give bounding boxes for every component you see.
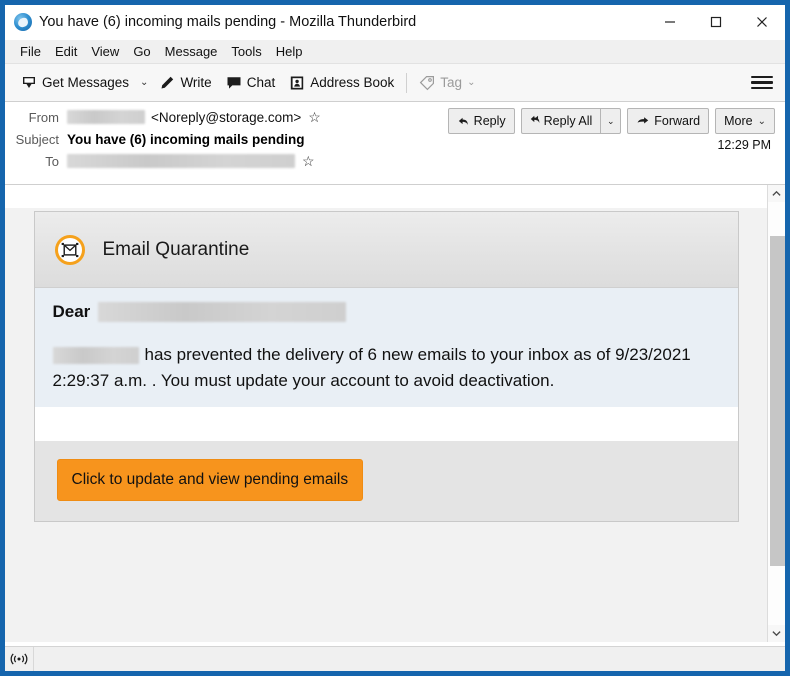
menu-bar: File Edit View Go Message Tools Help bbox=[5, 40, 785, 64]
thunderbird-window: You have (6) incoming mails pending - Mo… bbox=[0, 0, 790, 676]
page-top-white-strip bbox=[5, 185, 767, 208]
chevron-down-icon: ⌄ bbox=[757, 115, 766, 127]
menu-label: File bbox=[20, 44, 41, 59]
scroll-down-button[interactable] bbox=[768, 625, 785, 642]
scrollbar-track[interactable] bbox=[768, 202, 785, 625]
connection-status-icon[interactable] bbox=[5, 647, 34, 671]
vertical-scrollbar[interactable] bbox=[767, 185, 785, 642]
reply-arrow-icon bbox=[457, 115, 470, 128]
tag-icon bbox=[419, 75, 435, 91]
from-name-redacted bbox=[67, 110, 145, 124]
subject-label: Subject bbox=[15, 131, 59, 147]
subject-value: You have (6) incoming mails pending bbox=[67, 131, 305, 147]
hamburger-line bbox=[751, 81, 773, 84]
update-emails-button[interactable]: Click to update and view pending emails bbox=[56, 458, 364, 501]
message-timestamp: 12:29 PM bbox=[717, 138, 771, 152]
more-label: More bbox=[724, 114, 753, 128]
from-address: <Noreply@storage.com> bbox=[151, 109, 302, 125]
reply-label: Reply bbox=[473, 114, 506, 128]
pencil-icon bbox=[159, 75, 175, 91]
reply-all-label: Reply All bbox=[543, 114, 593, 128]
toolbar-divider-2 bbox=[406, 72, 408, 93]
scroll-up-button[interactable] bbox=[768, 185, 785, 202]
get-messages-button[interactable]: Get Messages bbox=[14, 69, 136, 97]
quarantine-card: Email Quarantine Dear has prevented the … bbox=[33, 211, 739, 522]
menu-label: Help bbox=[275, 44, 303, 59]
title-bar: You have (6) incoming mails pending - Mo… bbox=[5, 5, 785, 40]
greeting-row: Dear bbox=[53, 302, 720, 322]
minimize-icon[interactable] bbox=[647, 6, 693, 39]
address-book-label: Address Book bbox=[310, 75, 395, 90]
forward-label: Forward bbox=[654, 114, 701, 128]
download-mail-icon bbox=[21, 75, 37, 91]
status-bar bbox=[5, 646, 785, 671]
from-label: From bbox=[28, 109, 59, 125]
message-header-pane: From <Noreply@storage.com> ☆ Subject You… bbox=[5, 102, 785, 185]
address-book-icon bbox=[289, 75, 305, 91]
to-row: To ☆ bbox=[5, 150, 785, 172]
menu-item-message[interactable]: Message bbox=[158, 40, 225, 63]
tag-label: Tag bbox=[440, 75, 463, 90]
tag-button[interactable]: Tag ⌄ bbox=[412, 69, 482, 97]
quarantine-card-header: Email Quarantine bbox=[34, 212, 738, 288]
to-value-redacted bbox=[67, 154, 295, 168]
thunderbird-icon bbox=[14, 13, 32, 31]
hamburger-line bbox=[751, 75, 773, 79]
close-icon[interactable] bbox=[739, 6, 785, 39]
app-menu-icon[interactable] bbox=[751, 72, 773, 94]
window-title: You have (6) incoming mails pending - Mo… bbox=[39, 14, 417, 30]
chat-bubble-icon bbox=[226, 75, 242, 91]
write-label: Write bbox=[180, 75, 212, 90]
to-label: To bbox=[45, 153, 59, 169]
star-icon[interactable]: ☆ bbox=[302, 154, 315, 168]
message-body-pane: pc risk.com bbox=[5, 185, 785, 642]
quarantine-envelope-icon bbox=[54, 234, 85, 265]
message-body-scrollarea: pc risk.com bbox=[5, 185, 767, 642]
hamburger-line bbox=[751, 86, 773, 90]
reply-all-arrow-icon bbox=[530, 113, 544, 129]
get-messages-dropdown[interactable]: ⌄ bbox=[136, 69, 152, 97]
reply-all-button[interactable]: Reply All bbox=[520, 108, 601, 134]
chat-button[interactable]: Chat bbox=[219, 69, 283, 97]
reply-all-split-button: Reply All ⌄ bbox=[520, 108, 622, 134]
address-book-button[interactable]: Address Book bbox=[282, 69, 401, 97]
menu-label: View bbox=[91, 44, 120, 59]
main-toolbar: Get Messages ⌄ Write Chat Address Book T… bbox=[5, 64, 785, 102]
chevron-down-icon: ⌄ bbox=[467, 77, 476, 88]
body-paragraph: has prevented the delivery of 6 new emai… bbox=[52, 342, 720, 403]
quarantine-card-footer: Click to update and view pending emails bbox=[34, 440, 738, 521]
menu-label: Message bbox=[164, 44, 218, 59]
scrollbar-thumb[interactable] bbox=[770, 235, 785, 566]
maximize-icon[interactable] bbox=[693, 6, 739, 39]
menu-label: Tools bbox=[231, 44, 262, 59]
star-icon[interactable]: ☆ bbox=[308, 110, 321, 124]
reply-all-dropdown[interactable]: ⌄ bbox=[600, 108, 622, 134]
write-button[interactable]: Write bbox=[152, 69, 218, 97]
reply-button[interactable]: Reply bbox=[447, 108, 515, 134]
chevron-down-icon: ⌄ bbox=[140, 77, 149, 88]
forward-button[interactable]: Forward bbox=[627, 108, 710, 134]
get-messages-label: Get Messages bbox=[42, 75, 130, 90]
more-button[interactable]: More ⌄ bbox=[715, 108, 775, 134]
greeting-redacted bbox=[98, 302, 347, 322]
greeting-label: Dear bbox=[52, 302, 91, 321]
quarantine-card-title: Email Quarantine bbox=[102, 238, 250, 260]
menu-item-file[interactable]: File bbox=[13, 40, 48, 63]
menu-label: Go bbox=[133, 44, 151, 59]
body-white-band bbox=[34, 406, 738, 441]
menu-item-help[interactable]: Help bbox=[269, 40, 310, 63]
chevron-down-icon: ⌄ bbox=[607, 115, 615, 126]
menu-item-tools[interactable]: Tools bbox=[224, 40, 268, 63]
message-actions: Reply Reply All ⌄ Forward More ⌄ bbox=[442, 108, 775, 134]
forward-arrow-icon bbox=[636, 115, 650, 128]
chat-label: Chat bbox=[246, 75, 276, 90]
quarantine-card-body: Dear has prevented the delivery of 6 new… bbox=[34, 288, 738, 407]
menu-item-go[interactable]: Go bbox=[126, 40, 157, 63]
menu-item-view[interactable]: View bbox=[84, 40, 126, 63]
menu-item-edit[interactable]: Edit bbox=[48, 40, 84, 63]
email-page: pc risk.com bbox=[5, 185, 767, 642]
menu-label: Edit bbox=[54, 44, 78, 59]
body-text: has prevented the delivery of 6 new emai… bbox=[52, 345, 691, 391]
body-sender-redacted bbox=[52, 347, 139, 365]
